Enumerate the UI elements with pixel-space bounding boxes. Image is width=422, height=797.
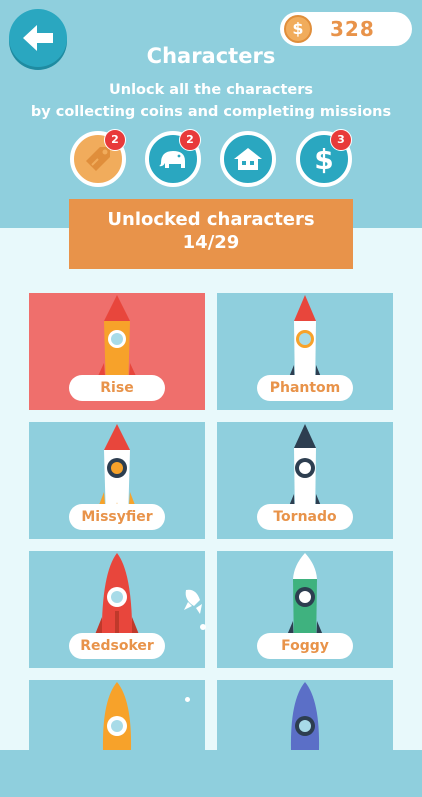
rocket-icon	[290, 682, 320, 750]
character-name: Tornado	[257, 504, 353, 530]
page-title: Characters	[146, 44, 276, 68]
subtitle-line-2: by collecting coins and completing missi…	[30, 104, 392, 120]
character-card-phantom[interactable]: Phantom	[217, 293, 393, 410]
character-card-redsoker[interactable]: Redsoker	[29, 551, 205, 668]
mission-house-button[interactable]	[220, 131, 276, 187]
character-card-partial-1[interactable]	[29, 680, 205, 797]
mission-dollar-button[interactable]: $ 3	[296, 129, 352, 187]
character-card-rise[interactable]: Rise	[29, 293, 205, 410]
decorative-dot	[185, 697, 190, 702]
character-name: Rise	[69, 375, 165, 401]
house-icon	[234, 148, 262, 170]
unlocked-characters-banner: Unlocked characters 14/29	[69, 199, 353, 269]
character-name: Foggy	[257, 633, 353, 659]
coin-counter: $ 328	[280, 12, 412, 46]
character-name: Phantom	[257, 375, 353, 401]
mission-elephant-button[interactable]: 2	[145, 129, 201, 187]
mission-tag-button[interactable]: 2	[70, 129, 126, 187]
subtitle-line-1: Unlock all the characters	[108, 82, 313, 98]
mission-badge: 3	[330, 129, 352, 151]
coin-amount: 328	[330, 17, 375, 41]
page-subtitle: Unlock all the characters by collecting …	[0, 79, 422, 123]
decorative-dot	[200, 624, 206, 630]
character-card-foggy[interactable]: Foggy	[217, 551, 393, 668]
unlocked-count: 14/29	[182, 232, 240, 253]
character-name: Redsoker	[69, 633, 165, 659]
character-card-partial-2[interactable]	[217, 680, 393, 797]
unlocked-label: Unlocked characters	[107, 209, 315, 230]
rocket-icon	[102, 682, 132, 750]
small-rocket-icon	[184, 589, 202, 614]
character-name: Missyfier	[69, 504, 165, 530]
mission-badge: 2	[179, 129, 201, 151]
character-card-tornado[interactable]: Tornado	[217, 422, 393, 539]
coin-icon: $	[284, 15, 312, 43]
character-card-missyfier[interactable]: Missyfier	[29, 422, 205, 539]
svg-text:$: $	[314, 143, 333, 176]
mission-badge: 2	[104, 129, 126, 151]
